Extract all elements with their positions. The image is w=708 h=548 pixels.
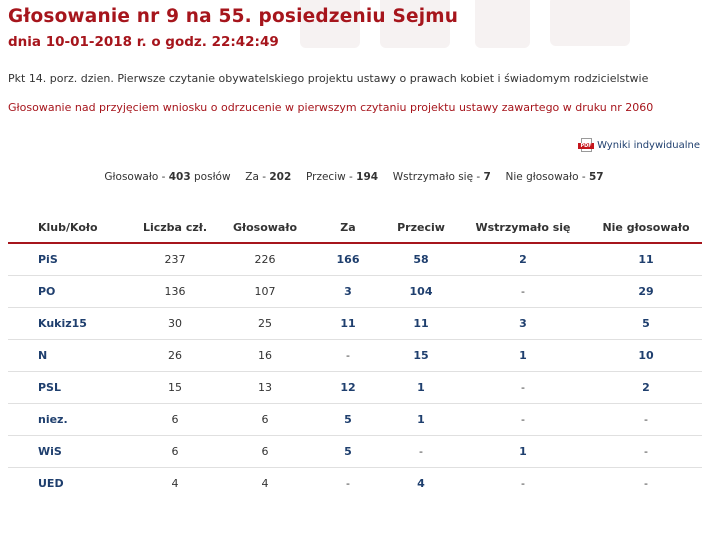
cell-przeciw[interactable]: 58	[386, 243, 456, 276]
summary-za-value: 202	[269, 171, 292, 183]
cell-members: 30	[130, 307, 220, 340]
agenda-item: Pkt 14. porz. dzien. Pierwsze czytanie o…	[8, 72, 649, 85]
pdf-icon: PDF	[578, 138, 595, 152]
table-row: PO 136 107 3 104-29	[8, 275, 702, 308]
column-header-members: Liczba czł.	[130, 212, 220, 244]
column-header-wstrz: Wstrzymało się	[456, 212, 590, 244]
cell-nieg: -	[590, 435, 702, 468]
cell-nieg[interactable]: 11	[590, 243, 702, 276]
cell-wstrz: -	[456, 275, 590, 308]
results-table: Klub/Koło Liczba czł. Głosowało Za Przec…	[8, 212, 702, 499]
cell-voted: 4	[261, 477, 269, 490]
cell-wstrz[interactable]: 3	[456, 307, 590, 340]
cell-wstrz[interactable]: 2	[456, 243, 590, 276]
cell-members: 15	[130, 371, 220, 404]
cell-przeciw[interactable]: 4	[386, 468, 456, 500]
club-link[interactable]: WiS	[8, 435, 130, 468]
cell-voted: 6	[220, 403, 310, 436]
cell-za[interactable]: 12	[310, 371, 386, 404]
cell-voted: 16	[220, 339, 310, 372]
cell-za: -	[310, 339, 386, 372]
summary-voted-value: 403	[168, 171, 191, 183]
summary-przeciw-value: 194	[356, 171, 379, 183]
column-header-za: Za	[310, 212, 386, 244]
summary-nieg-value: 57	[588, 171, 604, 183]
summary-voted-unit: posłów	[194, 171, 231, 183]
club-link[interactable]: PO	[8, 275, 130, 308]
cell-members: 26	[130, 339, 220, 372]
table-row: PiS 237 226 166 58 2 11	[8, 243, 702, 276]
table-row: PSL 15 13 12 1-2	[8, 371, 702, 404]
table-row: WiS 6 6 5-1-	[8, 435, 702, 468]
cell-voted: 6	[220, 435, 310, 468]
cell-nieg[interactable]: 5	[590, 307, 702, 340]
cell-members: 136	[130, 275, 220, 308]
cell-members: 6	[130, 403, 220, 436]
table-row: niez. 6 6 5 1- -	[8, 403, 702, 436]
column-header-voted: Głosowało	[220, 212, 310, 244]
cell-za[interactable]: 5	[310, 403, 386, 436]
cell-za: -	[346, 477, 350, 490]
vote-datetime: dnia 10-01-2018 r. o godz. 22:42:49	[8, 34, 279, 50]
cell-za[interactable]: 166	[310, 243, 386, 276]
club-link[interactable]: niez.	[8, 403, 130, 436]
cell-przeciw[interactable]: 15	[386, 339, 456, 372]
cell-za[interactable]: 11	[310, 307, 386, 340]
table-header-row: Klub/Koło Liczba czł. Głosowało Za Przec…	[8, 212, 702, 244]
cell-voted: 13	[220, 371, 310, 404]
cell-przeciw[interactable]: 1	[386, 403, 456, 436]
cell-members: 237	[130, 243, 220, 276]
club-link[interactable]: PSL	[8, 371, 130, 404]
summary-voted-label: Głosowało -	[104, 171, 166, 183]
table-row: N 26 16-15 1 10	[8, 339, 702, 372]
page-title: Głosowanie nr 9 na 55. posiedzeniu Sejmu	[8, 6, 459, 27]
table-row: Kukiz15 30 25 11 11 3 5	[8, 307, 702, 340]
cell-nieg[interactable]: 29	[590, 275, 702, 308]
club-link[interactable]: PiS	[8, 243, 130, 276]
column-header-nieg: Nie głosowało	[590, 212, 702, 244]
vote-summary: Głosowało - 403 posłów Za - 202 Przeciw …	[0, 171, 708, 183]
summary-nieg-label: Nie głosowało -	[505, 171, 586, 183]
summary-wstrz-label: Wstrzymało się -	[392, 171, 481, 183]
summary-przeciw-label: Przeciw -	[305, 171, 353, 183]
cell-voted: 107	[220, 275, 310, 308]
club-link[interactable]: Kukiz15	[8, 307, 130, 340]
club-link[interactable]: N	[8, 339, 130, 372]
cell-members: 4	[171, 477, 179, 490]
cell-wstrz[interactable]: 1	[456, 435, 590, 468]
cell-nieg: -	[590, 403, 702, 436]
table-row: UED 4 4 - 4 - -	[8, 468, 702, 500]
cell-nieg: -	[644, 477, 648, 490]
summary-za-label: Za -	[245, 171, 267, 183]
cell-nieg[interactable]: 2	[590, 371, 702, 404]
summary-wstrz-value: 7	[483, 171, 491, 183]
individual-results-link[interactable]: PDF Wyniki indywidualne	[578, 138, 700, 152]
club-link[interactable]: UED	[8, 468, 130, 500]
cell-przeciw[interactable]: 11	[386, 307, 456, 340]
column-header-club: Klub/Koło	[8, 212, 130, 244]
cell-przeciw[interactable]: 104	[386, 275, 456, 308]
cell-za[interactable]: 5	[310, 435, 386, 468]
cell-wstrz: -	[456, 371, 590, 404]
individual-results-label: Wyniki indywidualne	[597, 139, 700, 151]
cell-przeciw: -	[386, 435, 456, 468]
cell-voted: 226	[220, 243, 310, 276]
cell-voted: 25	[220, 307, 310, 340]
cell-za[interactable]: 3	[310, 275, 386, 308]
cell-wstrz: -	[521, 477, 525, 490]
cell-wstrz: -	[456, 403, 590, 436]
cell-wstrz[interactable]: 1	[456, 339, 590, 372]
cell-nieg[interactable]: 10	[590, 339, 702, 372]
column-header-przeciw: Przeciw	[386, 212, 456, 244]
motion-description: Głosowanie nad przyjęciem wniosku o odrz…	[8, 101, 654, 114]
cell-members: 6	[130, 435, 220, 468]
cell-przeciw[interactable]: 1	[386, 371, 456, 404]
